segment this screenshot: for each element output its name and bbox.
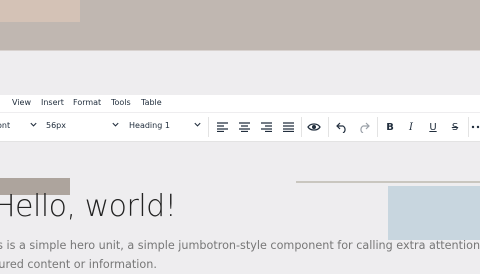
strikethrough-icon[interactable]: S	[447, 119, 463, 135]
hero-paragraph-line: tured content or information.	[0, 255, 474, 274]
toolbar-divider	[377, 117, 378, 137]
more-icon[interactable]	[471, 119, 480, 135]
redo-icon[interactable]	[356, 119, 372, 135]
block-format-select[interactable]: Heading 1	[129, 121, 170, 130]
menu-table[interactable]: Table	[141, 98, 162, 107]
toolbar-divider	[208, 117, 209, 137]
hero-paragraph[interactable]: is is a simple hero unit, a simple jumbo…	[0, 236, 474, 274]
align-justify-icon[interactable]	[280, 119, 296, 135]
chevron-down-icon[interactable]	[111, 120, 120, 129]
font-size-select[interactable]: 56px	[46, 121, 66, 130]
undo-icon[interactable]	[334, 119, 350, 135]
chevron-down-icon[interactable]	[29, 120, 38, 129]
menu-view[interactable]: View	[12, 98, 31, 107]
hero-paragraph-line: is is a simple hero unit, a simple jumbo…	[0, 236, 474, 255]
italic-icon[interactable]: I	[403, 119, 419, 135]
align-center-icon[interactable]	[236, 119, 252, 135]
top-banner	[0, 0, 480, 50]
decorative-rule	[296, 181, 480, 183]
banner-divider	[0, 50, 480, 51]
align-right-icon[interactable]	[258, 119, 274, 135]
underline-icon[interactable]: U	[425, 119, 441, 135]
menu-format[interactable]: Format	[73, 98, 101, 107]
bold-icon[interactable]: B	[382, 119, 398, 135]
chevron-down-icon[interactable]	[193, 120, 202, 129]
editor-menubar: t View Insert Format Tools Table	[0, 95, 480, 112]
menu-tools[interactable]: Tools	[111, 98, 131, 107]
menu-insert[interactable]: Insert	[41, 98, 64, 107]
toolbar-divider	[328, 117, 329, 137]
align-left-icon[interactable]	[214, 119, 230, 135]
toolbar-divider	[468, 117, 469, 137]
toolbar-divider	[301, 117, 302, 137]
preview-eye-icon[interactable]	[306, 119, 322, 135]
decorative-image-block	[388, 186, 480, 240]
editor-toolbar: ont 56px Heading 1 B I U S	[0, 113, 480, 142]
banner-swatch	[0, 0, 80, 22]
font-family-select[interactable]: ont	[0, 121, 10, 130]
hero-heading[interactable]: Hello, world!	[0, 189, 176, 224]
